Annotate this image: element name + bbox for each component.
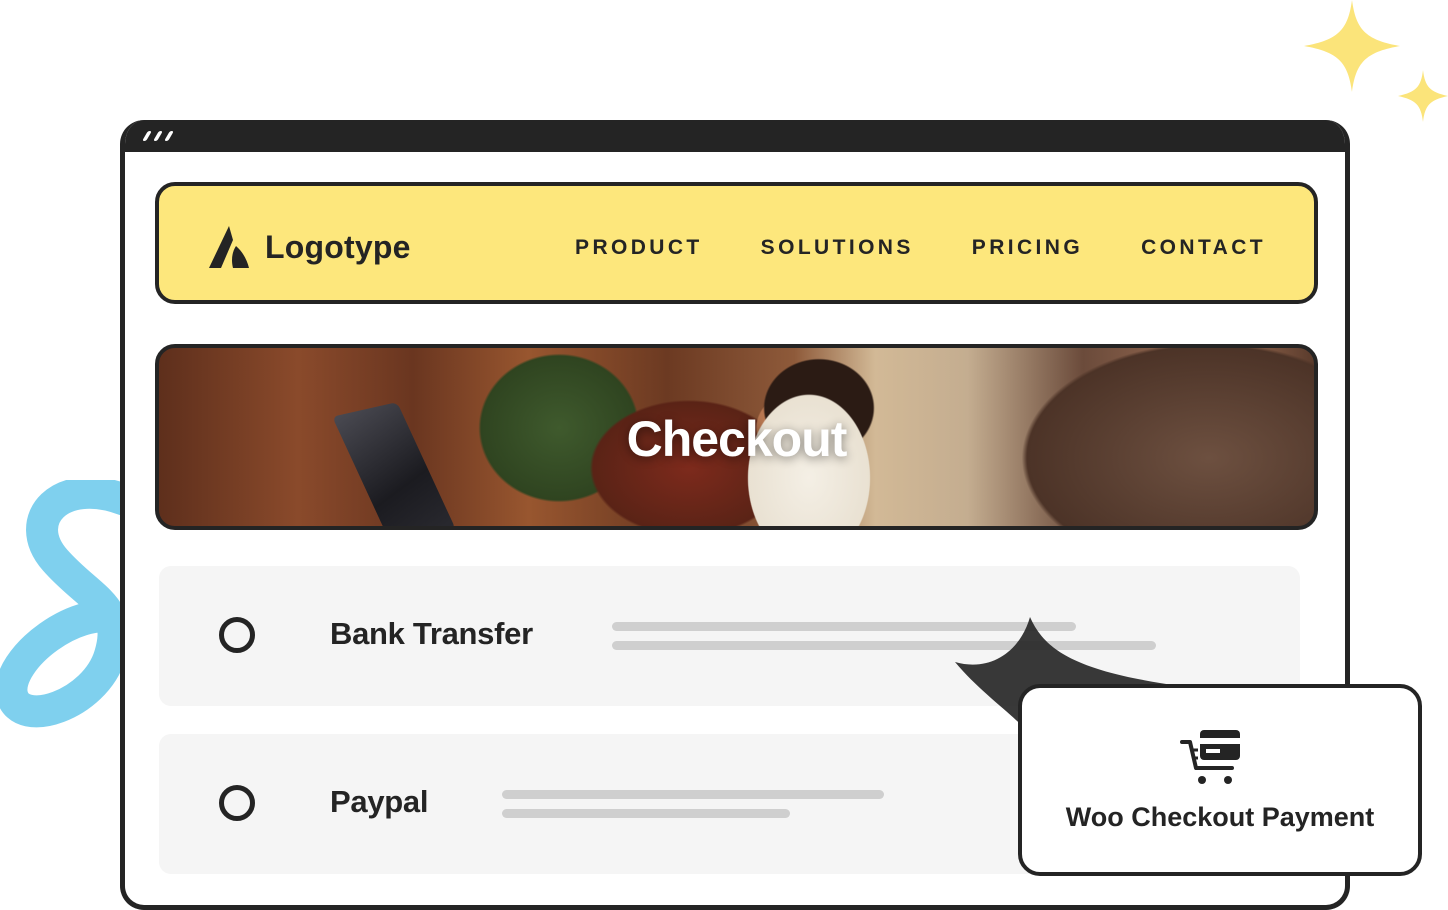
payment-label: Bank Transfer — [330, 616, 533, 651]
nav-item-pricing[interactable]: PRICING — [972, 236, 1083, 260]
payment-label: Paypal — [330, 784, 429, 819]
nav-item-contact[interactable]: CONTACT — [1141, 236, 1266, 260]
main-menu: PRODUCT SOLUTIONS PRICING CONTACT — [575, 236, 1266, 260]
sparkle-large-icon — [1304, 0, 1400, 92]
placeholder-line — [502, 790, 884, 799]
cart-card-icon — [1180, 730, 1240, 784]
window-titlebar — [125, 120, 1345, 152]
window-dots — [142, 131, 174, 141]
logo[interactable]: Logotype — [209, 226, 411, 268]
feature-card: Woo Checkout Payment — [1018, 684, 1422, 876]
radio-paypal[interactable] — [219, 785, 255, 821]
nav-item-solutions[interactable]: SOLUTIONS — [761, 236, 914, 260]
sparkle-small-icon — [1398, 70, 1448, 122]
hero-banner: Checkout — [155, 344, 1318, 530]
feature-card-label: Woo Checkout Payment — [1065, 802, 1375, 832]
placeholder-line — [502, 809, 790, 818]
logo-mark-icon — [209, 226, 249, 268]
radio-bank-transfer[interactable] — [219, 617, 255, 653]
nav-item-product[interactable]: PRODUCT — [575, 236, 703, 260]
page-title: Checkout — [626, 411, 848, 467]
squiggle-decoration — [0, 480, 130, 728]
logo-text: Logotype — [265, 228, 411, 265]
site-header: Logotype PRODUCT SOLUTIONS PRICING CONTA… — [155, 182, 1318, 304]
